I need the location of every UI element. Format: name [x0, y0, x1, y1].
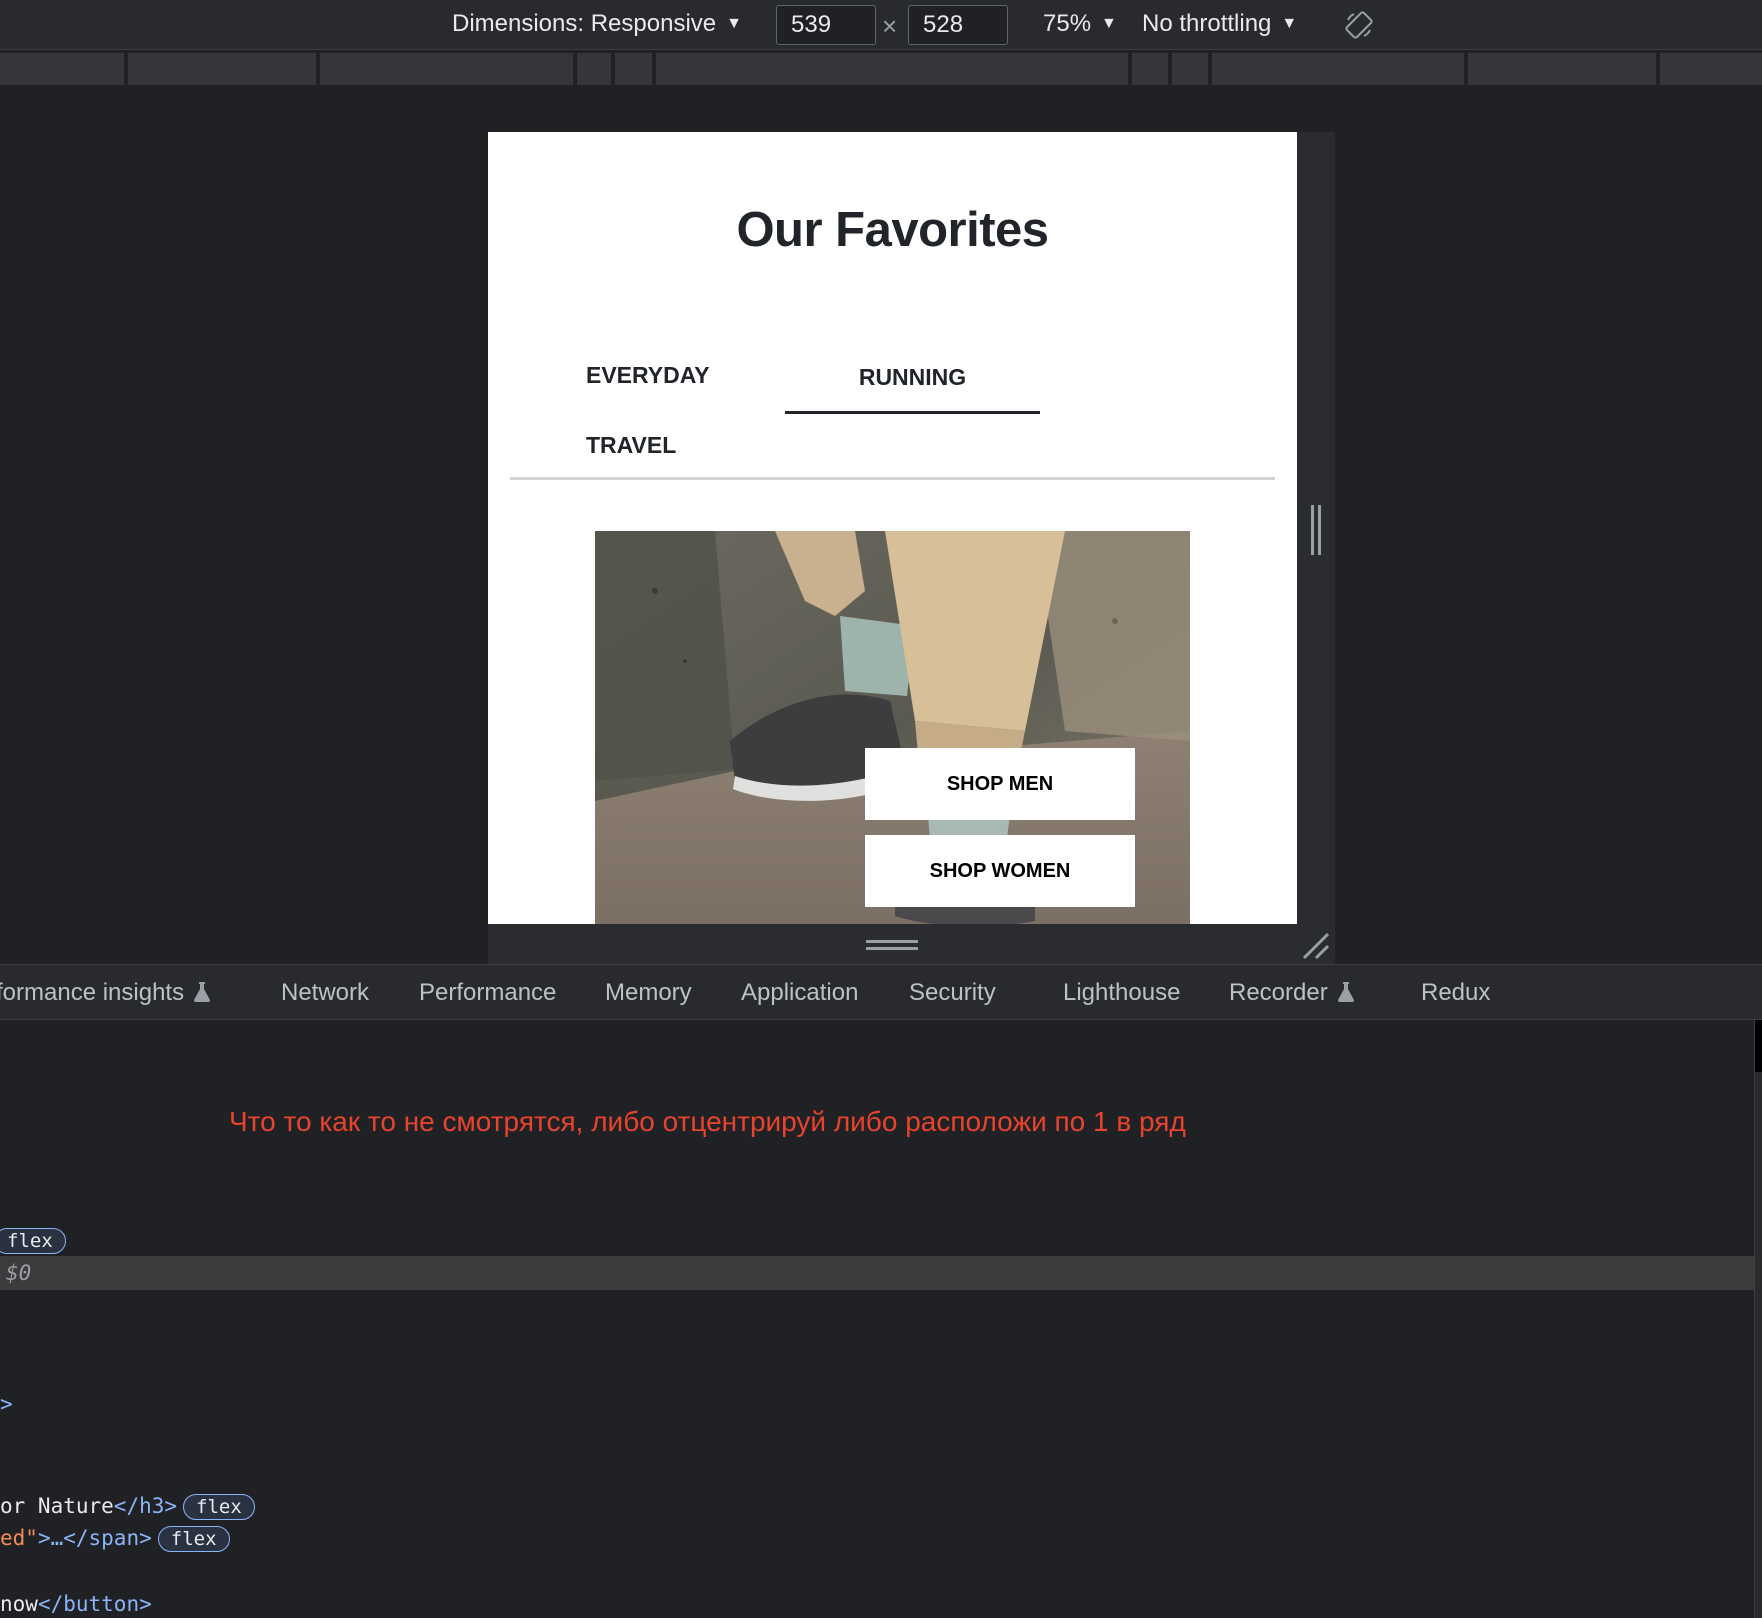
tab-performance[interactable]: Performance — [419, 979, 556, 1007]
review-comment: Что то как то не смотрятся, либо отцентр… — [229, 1106, 1186, 1137]
zoom-dropdown[interactable]: 75% ▼ — [1043, 10, 1117, 38]
code-line[interactable]: ed">…</span> flex — [0, 1526, 230, 1552]
node-text: now — [0, 1592, 38, 1616]
resize-handle-bottom[interactable] — [866, 940, 918, 950]
tag-close: </span> — [63, 1526, 152, 1550]
media-query-segment[interactable] — [1132, 53, 1168, 85]
tab-security[interactable]: Security — [909, 979, 996, 1007]
device-toolbar: Dimensions: Responsive ▼ × 75% ▼ No thrott… — [0, 0, 1762, 50]
node-content: >… — [37, 1526, 64, 1550]
media-query-segment[interactable] — [1468, 53, 1656, 85]
emulated-page: Our Favorites EVERYDAY RUNNING TRAVEL SH… — [488, 132, 1297, 924]
width-input[interactable] — [776, 5, 876, 45]
tab-application[interactable]: Application — [741, 979, 858, 1007]
dimensions-label: Dimensions: Responsive — [452, 10, 717, 37]
media-query-segment[interactable] — [1660, 53, 1762, 85]
tab-redux[interactable]: Redux — [1421, 979, 1490, 1007]
attr-value: ed" — [0, 1526, 38, 1550]
chevron-down-icon: ▼ — [1281, 15, 1298, 32]
tab-performance-insights[interactable]: formance insights — [0, 979, 211, 1007]
tab-lighthouse[interactable]: Lighthouse — [1063, 979, 1180, 1007]
throttling-label: No throttling — [1142, 10, 1272, 37]
height-input[interactable] — [908, 5, 1008, 45]
tag-close: </h3> — [113, 1494, 178, 1518]
selected-node-ref: $0 — [6, 1261, 32, 1285]
code-line[interactable]: flex — [0, 1228, 66, 1254]
shop-women-button[interactable]: SHOP WOMEN — [865, 835, 1135, 907]
tab-memory[interactable]: Memory — [605, 979, 692, 1007]
media-query-segment[interactable] — [577, 53, 611, 85]
rotate-icon[interactable] — [1344, 10, 1374, 40]
tab-label: Recorder — [1229, 979, 1328, 1006]
code-line[interactable]: > — [0, 1392, 13, 1416]
product-image: SHOP MEN SHOP WOMEN — [595, 531, 1190, 924]
tag-close: > — [0, 1392, 13, 1416]
media-query-bar — [0, 51, 1762, 87]
media-query-segment[interactable] — [128, 53, 316, 85]
flask-icon — [194, 982, 211, 1002]
code-line[interactable]: now</button> — [0, 1592, 152, 1616]
scrollbar-thumb[interactable] — [1755, 1020, 1762, 1072]
flex-badge[interactable]: flex — [183, 1494, 255, 1520]
selected-node-row[interactable] — [0, 1256, 1754, 1290]
chevron-down-icon: ▼ — [1101, 15, 1117, 32]
dimensions-dropdown[interactable]: Dimensions: Responsive ▼ — [452, 10, 742, 38]
tab-running[interactable]: RUNNING — [785, 364, 1040, 414]
resize-corner-icon[interactable] — [1300, 930, 1332, 960]
resize-handle-right[interactable] — [1311, 505, 1321, 555]
throttling-dropdown[interactable]: No throttling ▼ — [1142, 10, 1297, 38]
node-text: or Nature — [0, 1494, 114, 1518]
media-query-segment[interactable] — [1212, 53, 1464, 85]
page-title: Our Favorites — [736, 203, 1049, 257]
flex-badge[interactable]: flex — [157, 1526, 230, 1552]
tab-network[interactable]: Network — [281, 979, 369, 1007]
devtools-tab-bar: formance insights Network Performance Me… — [0, 964, 1762, 1020]
scrollbar-track[interactable] — [1754, 1020, 1762, 1618]
zoom-label: 75% — [1043, 10, 1092, 37]
flex-badge[interactable]: flex — [0, 1228, 66, 1254]
tag-close: </button> — [37, 1592, 152, 1616]
tab-recorder[interactable]: Recorder — [1229, 979, 1354, 1007]
tabs-divider — [510, 477, 1275, 480]
flask-icon — [1337, 982, 1354, 1002]
tab-travel[interactable]: TRAVEL — [586, 432, 676, 459]
media-query-segment[interactable] — [0, 53, 124, 85]
tab-label: formance insights — [0, 979, 185, 1006]
shop-men-button[interactable]: SHOP MEN — [865, 748, 1135, 820]
media-query-segment[interactable] — [615, 53, 652, 85]
times-icon: × — [882, 11, 898, 41]
media-query-segment[interactable] — [656, 53, 1128, 85]
chevron-down-icon: ▼ — [726, 15, 742, 32]
code-line[interactable]: or Nature</h3> flex — [0, 1494, 255, 1520]
tab-everyday[interactable]: EVERYDAY — [586, 362, 710, 389]
media-query-segment[interactable] — [320, 53, 573, 85]
media-query-segment[interactable] — [1172, 53, 1208, 85]
